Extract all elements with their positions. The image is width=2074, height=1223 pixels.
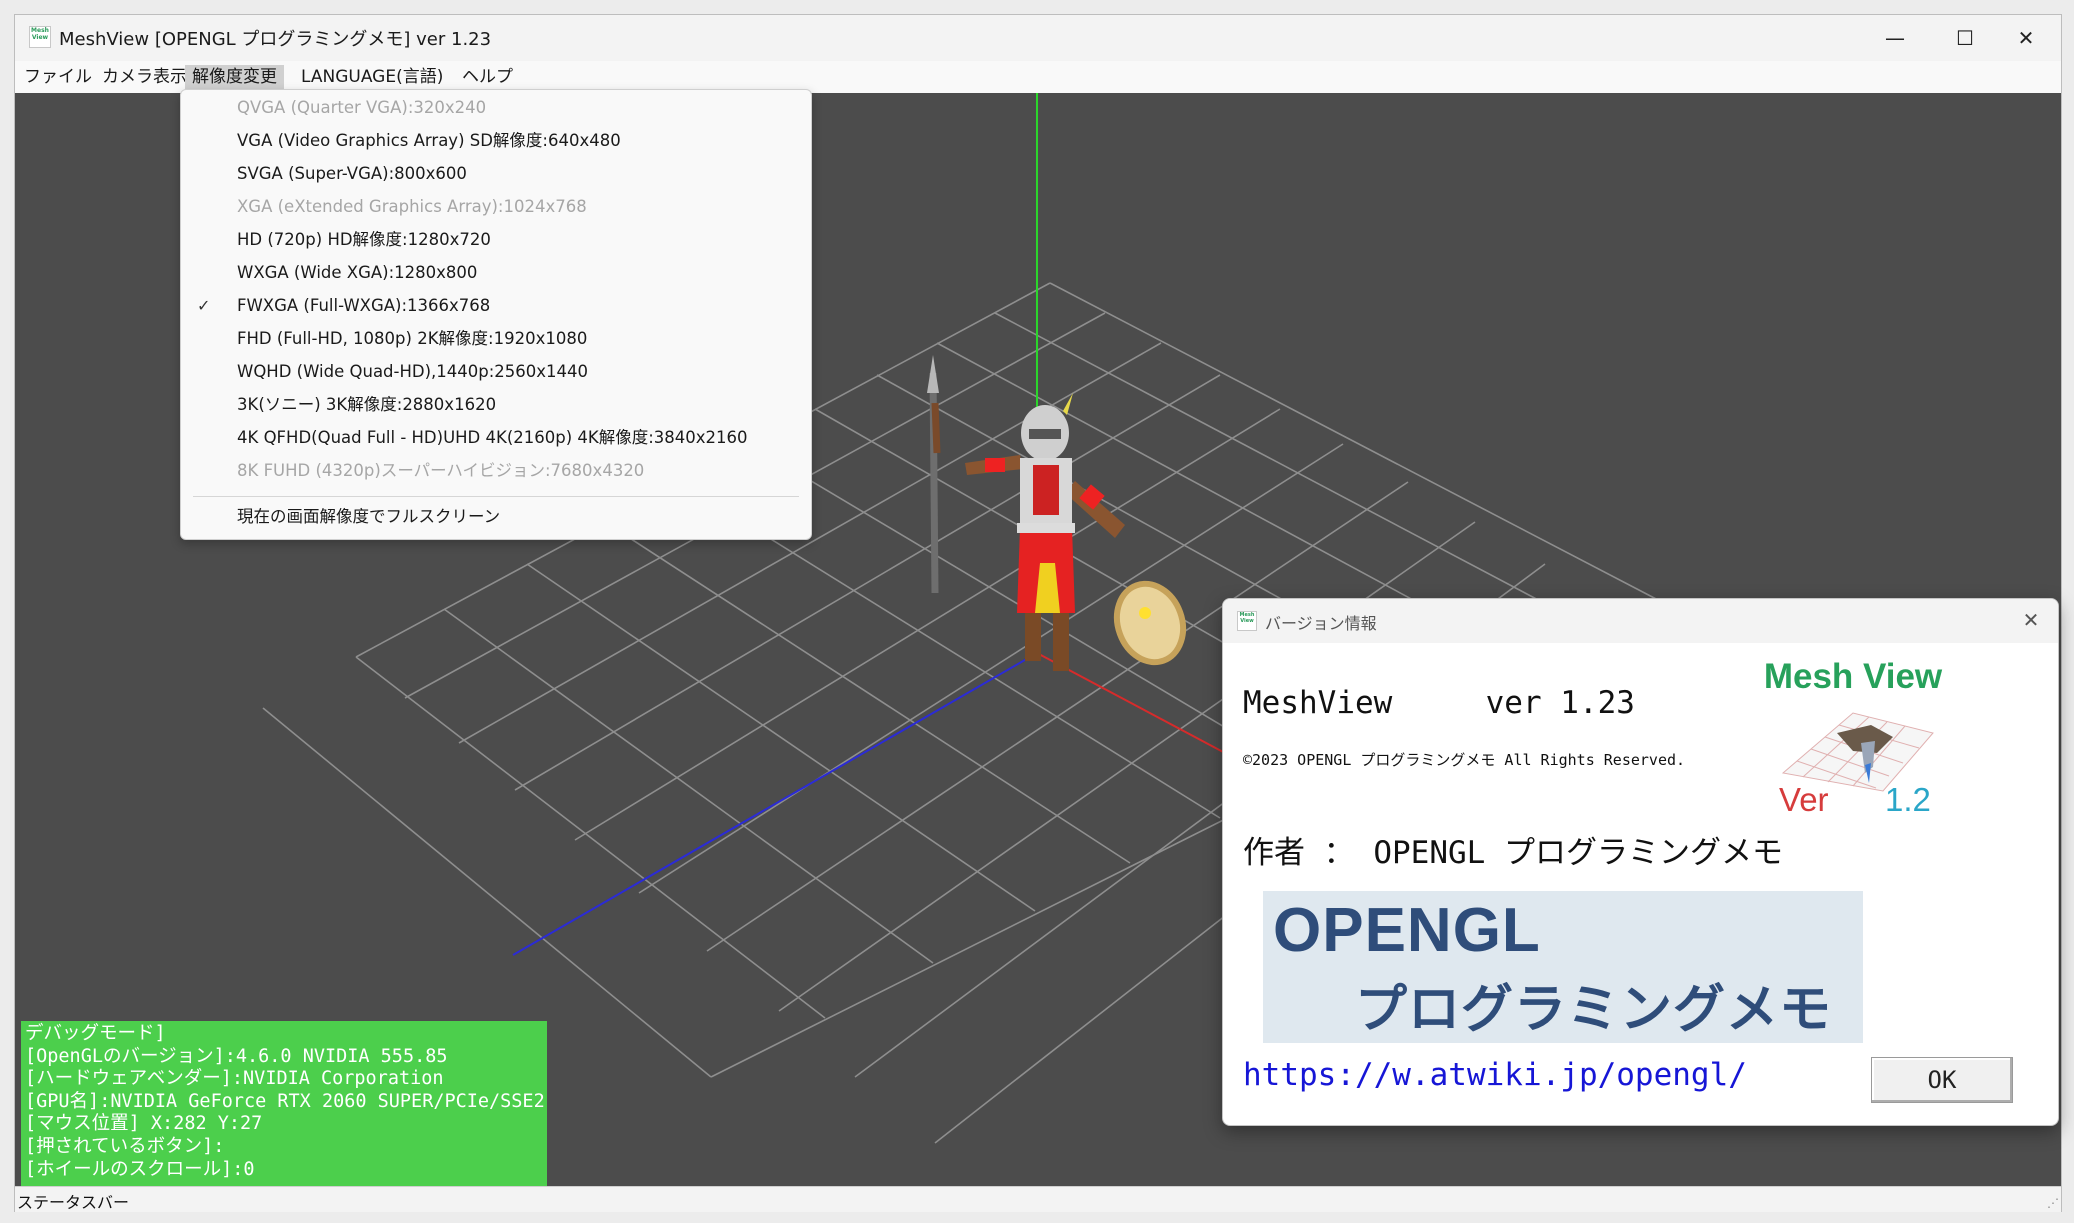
z-axis — [512, 652, 1038, 956]
logo-ver-label: Ver — [1779, 781, 1829, 818]
menu-camera[interactable]: カメラ表示 — [95, 65, 194, 90]
author-text: 作者 ： OPENGL プログラミングメモ — [1243, 835, 1783, 871]
menu-option-fhd[interactable]: FHD (Full-HD, 1080p) 2K解像度:1920x1080 — [237, 326, 587, 352]
debug-line: [OpenGLのバージョン]:4.6.0 NVIDIA 555.85 — [25, 1045, 448, 1067]
about-dialog: Mesh View バージョン情報 ✕ MeshView ver 1.23 ©2… — [1222, 598, 2059, 1126]
meshview-app-icon: Mesh View — [29, 26, 51, 48]
debug-line: [GPU名]:NVIDIA GeForce RTX 2060 SUPER/PCI… — [25, 1090, 545, 1112]
title-bar[interactable]: Mesh View MeshView [OPENGL プログラミングメモ] ve… — [15, 15, 2061, 61]
debug-overlay: デバッグモード] [OpenGLのバージョン]:4.6.0 NVIDIA 555… — [21, 1021, 547, 1186]
menu-separator — [193, 496, 799, 497]
ok-button[interactable]: OK — [1871, 1057, 2013, 1103]
debug-line: デバッグモード] — [25, 1023, 166, 1044]
menu-language[interactable]: LANGUAGE(言語) — [294, 65, 450, 90]
menu-option-hd[interactable]: HD (720p) HD解像度:1280x720 — [237, 227, 491, 253]
menu-option-vga[interactable]: VGA (Video Graphics Array) SD解像度:640x480 — [237, 128, 621, 154]
menu-option-4k[interactable]: 4K QFHD(Quad Full - HD)UHD 4K(2160p) 4K解… — [237, 425, 748, 451]
close-icon: ✕ — [2017, 26, 2035, 50]
dialog-title: バージョン情報 — [1265, 614, 1377, 633]
copyright-text: ©2023 OPENGL プログラミングメモ All Rights Reserv… — [1243, 751, 1686, 769]
website-link[interactable]: https://w.atwiki.jp/opengl/ — [1243, 1057, 1747, 1093]
debug-line: [マウス位置] X:282 Y:27 — [25, 1113, 263, 1135]
close-icon: ✕ — [2022, 608, 2040, 632]
resize-grip-icon[interactable]: ⋰ — [2047, 1196, 2059, 1210]
menu-option-qvga: QVGA (Quarter VGA):320x240 — [237, 98, 487, 117]
close-button[interactable]: ✕ — [1991, 15, 2061, 61]
menu-option-wqhd[interactable]: WQHD (Wide Quad-HD),1440p:2560x1440 — [237, 359, 588, 385]
logo-ver-number: 1.2 — [1885, 781, 1931, 818]
status-bar: ステータスバー ⋰ — [15, 1186, 2061, 1212]
dialog-title-bar[interactable]: Mesh View バージョン情報 ✕ — [1223, 599, 2058, 643]
status-text: ステータスバー — [17, 1193, 130, 1212]
logo-title: Mesh View — [1763, 657, 1943, 696]
dialog-close-button[interactable]: ✕ — [2016, 605, 2046, 635]
debug-line: [押されているボタン]: — [25, 1135, 225, 1157]
checkmark-icon: ✓ — [197, 296, 211, 315]
menu-option-fullscreen[interactable]: 現在の画面解像度でフルスクリーン — [237, 504, 500, 530]
banner-line-1: OPENGL — [1273, 896, 1541, 965]
app-icon-text: Mesh View — [31, 27, 49, 41]
menu-option-fwxga[interactable]: FWXGA (Full-WXGA):1366x768 — [237, 293, 490, 319]
menu-option-xga: XGA (eXtended Graphics Array):1024x768 — [237, 197, 587, 216]
meshview-app-icon: Mesh View — [1237, 611, 1257, 631]
maximize-button[interactable]: ☐ — [1930, 15, 2000, 61]
opengl-memo-banner: OPENGL プログラミングメモ — [1263, 891, 1863, 1043]
debug-line: [ホイールのスクロール]:0 — [25, 1158, 255, 1180]
resolution-dropdown: QVGA (Quarter VGA):320x240 VGA (Video Gr… — [180, 89, 812, 540]
minimize-icon: — — [1885, 26, 1905, 50]
knight-model — [927, 355, 1187, 671]
banner-line-2: プログラミングメモ — [1355, 980, 1833, 1040]
logo-grid-graphic — [1781, 712, 1934, 792]
menu-option-3k[interactable]: 3K(ソニー) 3K解像度:2880x1620 — [237, 392, 496, 418]
maximize-icon: ☐ — [1956, 26, 1974, 50]
minimize-button[interactable]: — — [1860, 15, 1930, 61]
window-title: MeshView [OPENGL プログラミングメモ] ver 1.23 — [59, 29, 492, 50]
menu-help[interactable]: ヘルプ — [455, 65, 520, 90]
menu-file[interactable]: ファイル — [17, 65, 99, 90]
dialog-icon-text: Mesh View — [1239, 612, 1255, 624]
menu-option-wxga[interactable]: WXGA (Wide XGA):1280x800 — [237, 260, 477, 286]
app-version-text: MeshView ver 1.23 — [1243, 685, 1635, 721]
menu-resolution[interactable]: 解像度変更 — [185, 65, 284, 90]
menu-option-8k: 8K FUHD (4320p)スーパーハイビジョン:7680x4320 — [237, 461, 645, 480]
menu-option-svga[interactable]: SVGA (Super-VGA):800x600 — [237, 161, 467, 187]
debug-line: [ハードウェアベンダー]:NVIDIA Corporation — [25, 1068, 444, 1090]
meshview-logo: Mesh View Ver 1.2 — [1743, 657, 1963, 827]
